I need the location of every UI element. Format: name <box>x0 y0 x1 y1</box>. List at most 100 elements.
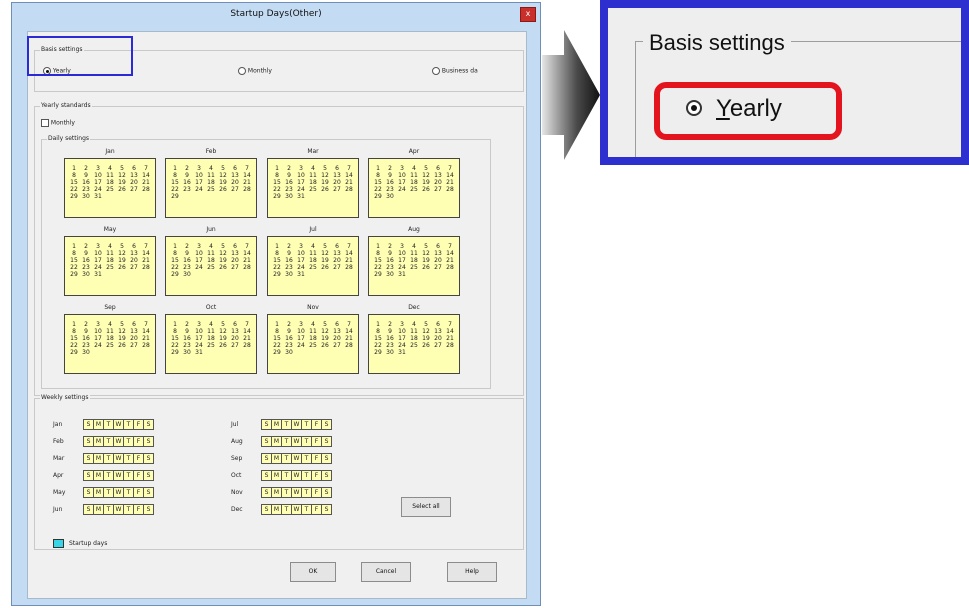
day-cell[interactable]: 2 <box>283 321 295 328</box>
day-cell[interactable]: 27 <box>331 342 343 349</box>
day-cell[interactable]: 12 <box>420 250 432 257</box>
day-cell[interactable]: 22 <box>169 264 181 271</box>
day-cell[interactable]: 18 <box>104 257 116 264</box>
day-cell[interactable]: 18 <box>408 179 420 186</box>
day-cell[interactable]: 24 <box>396 342 408 349</box>
day-cell[interactable]: 23 <box>80 186 92 193</box>
weekday-toggle[interactable]: S <box>322 437 331 446</box>
weekday-toggle[interactable]: F <box>134 437 144 446</box>
weekday-toggle[interactable]: W <box>292 454 302 463</box>
weekday-toggle[interactable]: W <box>114 437 124 446</box>
day-cell[interactable]: 30 <box>384 271 396 278</box>
day-cell[interactable]: 3 <box>193 165 205 172</box>
day-cell[interactable]: 29 <box>271 349 283 356</box>
day-cell[interactable]: 10 <box>193 328 205 335</box>
day-cell[interactable]: 3 <box>396 243 408 250</box>
day-cell[interactable]: 26 <box>420 264 432 271</box>
day-cell[interactable]: 5 <box>116 321 128 328</box>
day-cell[interactable]: 12 <box>319 328 331 335</box>
day-cell[interactable]: 28 <box>140 342 152 349</box>
weekday-toggle[interactable]: F <box>312 420 322 429</box>
day-cell[interactable]: 28 <box>343 342 355 349</box>
weekday-toggle[interactable]: S <box>144 437 153 446</box>
weekday-toggle[interactable]: S <box>322 505 331 514</box>
day-cell[interactable]: 13 <box>331 172 343 179</box>
day-cell[interactable]: 21 <box>140 335 152 342</box>
day-cell[interactable]: 8 <box>372 172 384 179</box>
weekday-toggle[interactable]: S <box>262 488 272 497</box>
day-cell[interactable]: 24 <box>92 186 104 193</box>
day-cell[interactable]: 8 <box>372 250 384 257</box>
day-cell[interactable]: 14 <box>241 172 253 179</box>
weekday-toggle[interactable]: T <box>104 488 114 497</box>
day-cell[interactable]: 25 <box>104 342 116 349</box>
day-cell[interactable]: 19 <box>217 335 229 342</box>
day-cell[interactable]: 1 <box>271 321 283 328</box>
weekday-toggle[interactable]: T <box>282 471 292 480</box>
day-cell[interactable]: 26 <box>420 342 432 349</box>
weekday-toggle[interactable]: T <box>302 505 312 514</box>
day-cell[interactable]: 19 <box>319 257 331 264</box>
day-cell[interactable]: 13 <box>432 328 444 335</box>
day-cell[interactable]: 31 <box>396 271 408 278</box>
day-cell[interactable]: 27 <box>432 342 444 349</box>
weekday-toggle[interactable]: S <box>84 505 94 514</box>
weekday-toggle[interactable]: T <box>302 454 312 463</box>
day-cell[interactable]: 30 <box>181 349 193 356</box>
day-cell[interactable]: 17 <box>396 257 408 264</box>
weekday-toggle[interactable]: T <box>104 437 114 446</box>
day-cell[interactable]: 25 <box>307 264 319 271</box>
weekday-toggle[interactable]: S <box>84 488 94 497</box>
day-cell[interactable]: 7 <box>343 165 355 172</box>
weekday-toggle[interactable]: T <box>282 488 292 497</box>
day-cell[interactable]: 7 <box>140 321 152 328</box>
day-cell[interactable]: 22 <box>372 264 384 271</box>
select-all-button[interactable]: Select all <box>401 497 451 517</box>
day-cell[interactable]: 23 <box>283 186 295 193</box>
day-cell[interactable]: 27 <box>229 186 241 193</box>
day-cell[interactable]: 19 <box>217 257 229 264</box>
day-cell[interactable]: 27 <box>229 342 241 349</box>
weekday-toggle[interactable]: S <box>322 420 331 429</box>
day-cell[interactable]: 29 <box>68 271 80 278</box>
day-cell[interactable]: 5 <box>319 165 331 172</box>
day-cell[interactable]: 23 <box>283 342 295 349</box>
weekday-toggle[interactable]: S <box>322 471 331 480</box>
day-cell[interactable]: 24 <box>193 342 205 349</box>
day-cell[interactable]: 28 <box>241 342 253 349</box>
weekday-toggle[interactable]: T <box>302 420 312 429</box>
day-cell[interactable]: 15 <box>68 257 80 264</box>
day-cell[interactable]: 18 <box>205 257 217 264</box>
weekday-toggle[interactable]: F <box>134 488 144 497</box>
weekday-toggle[interactable]: S <box>84 437 94 446</box>
day-cell[interactable]: 5 <box>217 321 229 328</box>
day-cell[interactable]: 29 <box>372 349 384 356</box>
day-cell[interactable]: 6 <box>229 165 241 172</box>
weekday-toggle[interactable]: M <box>94 454 104 463</box>
weekday-toggle[interactable]: M <box>272 454 282 463</box>
day-cell[interactable]: 20 <box>229 257 241 264</box>
weekday-toggle[interactable]: T <box>302 488 312 497</box>
day-cell[interactable]: 2 <box>384 243 396 250</box>
day-cell[interactable]: 10 <box>92 172 104 179</box>
day-cell[interactable]: 1 <box>271 243 283 250</box>
day-cell[interactable]: 29 <box>372 271 384 278</box>
day-cell[interactable]: 5 <box>116 165 128 172</box>
day-cell[interactable]: 26 <box>319 264 331 271</box>
day-cell[interactable]: 8 <box>271 172 283 179</box>
day-cell[interactable]: 21 <box>444 257 456 264</box>
day-cell[interactable]: 4 <box>205 165 217 172</box>
day-cell[interactable]: 7 <box>444 321 456 328</box>
day-cell[interactable]: 7 <box>343 321 355 328</box>
weekday-toggle[interactable]: M <box>94 420 104 429</box>
day-cell[interactable]: 13 <box>229 172 241 179</box>
day-cell[interactable]: 18 <box>307 179 319 186</box>
day-cell[interactable]: 14 <box>140 328 152 335</box>
day-cell[interactable]: 22 <box>271 186 283 193</box>
day-cell[interactable]: 3 <box>193 243 205 250</box>
day-cell[interactable]: 9 <box>181 250 193 257</box>
day-cell[interactable]: 12 <box>217 250 229 257</box>
day-cell[interactable]: 28 <box>343 186 355 193</box>
day-cell[interactable]: 2 <box>384 165 396 172</box>
weekday-toggle[interactable]: M <box>272 471 282 480</box>
